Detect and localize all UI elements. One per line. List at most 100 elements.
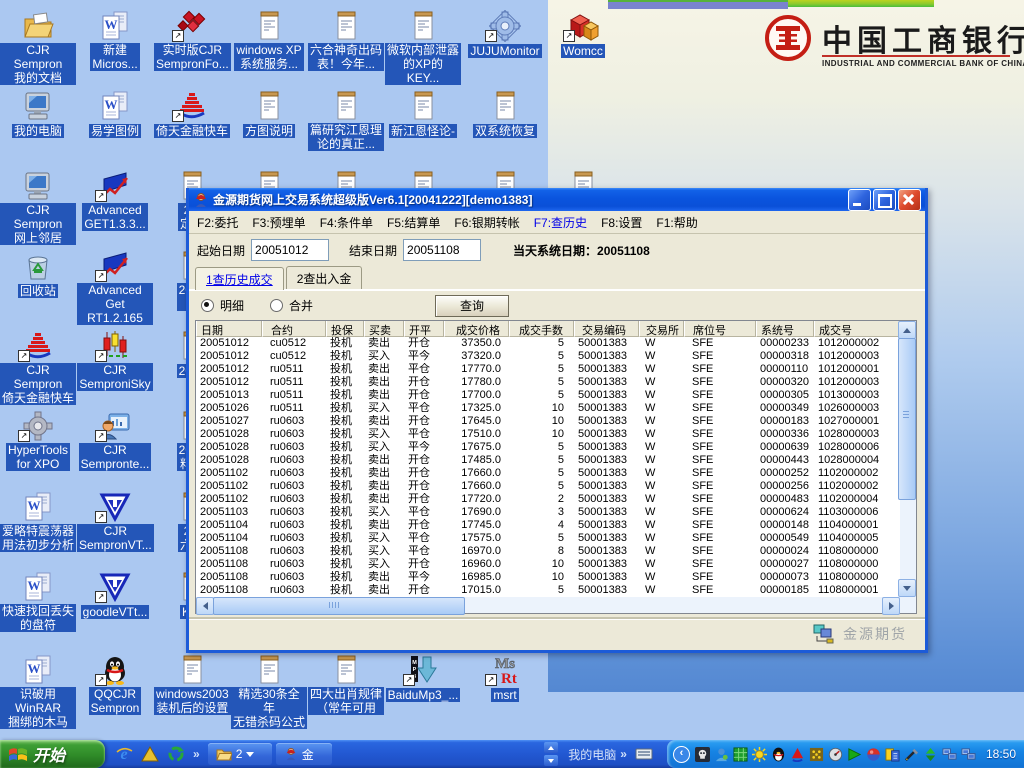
- menu-item-bangzhu[interactable]: F1:帮助: [656, 214, 697, 231]
- menu-item-yumaidan[interactable]: F3:预埋单: [252, 214, 305, 231]
- vertical-scroll-thumb[interactable]: [898, 338, 916, 500]
- scroll-left-button[interactable]: [196, 597, 214, 615]
- table-header-cell[interactable]: 系统号: [756, 321, 814, 337]
- maximize-button[interactable]: [873, 189, 896, 211]
- desktop-icon[interactable]: windows XP 系统服务...: [231, 8, 307, 73]
- desktop-icon[interactable]: 倚天金融快车: [154, 88, 230, 140]
- desktop-icon[interactable]: 我的电脑: [0, 88, 76, 140]
- desktop-icon[interactable]: goodleVTt...: [77, 569, 153, 621]
- desktop-icon[interactable]: CJR Sempronte...: [77, 408, 153, 473]
- table-row[interactable]: 20051108ru0603投机买入平仓16970.0850001383WSFE…: [196, 545, 916, 558]
- start-date-input[interactable]: [251, 239, 329, 261]
- table-header-cell[interactable]: 成交手数: [509, 321, 574, 337]
- internet-explorer-icon[interactable]: [115, 745, 133, 763]
- tray-collapse-chevron[interactable]: ‹: [673, 746, 690, 763]
- table-header-cell[interactable]: 买卖: [364, 321, 404, 337]
- table-row[interactable]: 20051102ru0603投机卖出开仓17660.0550001383WSFE…: [196, 467, 916, 480]
- table-row[interactable]: 20051012ru0511投机卖出开仓17780.0550001383WSFE…: [196, 376, 916, 389]
- table-header-cell[interactable]: 开平: [404, 321, 444, 337]
- table-header-cell[interactable]: 交易编码: [574, 321, 639, 337]
- desktop-icon[interactable]: 易学图例: [77, 88, 153, 140]
- scroll-up-button[interactable]: [898, 321, 916, 339]
- gauge-tray-icon[interactable]: [828, 746, 844, 762]
- cards-tray-icon[interactable]: [885, 746, 901, 762]
- table-row[interactable]: 20051103ru0603投机买入平仓17690.0350001383WSFE…: [196, 506, 916, 519]
- desktop-icon[interactable]: CJR SemproniSky: [77, 328, 153, 393]
- scroll-down-button[interactable]: [898, 579, 916, 597]
- my-computer-toolbar-label[interactable]: 我的电脑: [568, 746, 616, 763]
- desktop-icon[interactable]: CJR Sempron 倚天金融快车: [0, 328, 76, 407]
- toolbar-scroll-down[interactable]: [544, 755, 558, 766]
- desktop-icon[interactable]: CJR SempronVT...: [77, 489, 153, 554]
- desktop-icon[interactable]: 微软内部泄露 的XP的KEY...: [385, 8, 461, 87]
- desktop-icon[interactable]: 快速找回丢失 的盘符: [0, 569, 76, 634]
- table-header-cell[interactable]: 投保: [326, 321, 364, 337]
- desktop-icon[interactable]: 识破用WinRAR 捆绑的木马: [0, 652, 76, 731]
- network-tray-icon[interactable]: [961, 746, 977, 762]
- desktop-icon[interactable]: 新建 Micros...: [77, 8, 153, 73]
- sun-tray-icon[interactable]: [752, 746, 768, 762]
- table-row[interactable]: 20051027ru0603投机卖出开仓17645.01050001383WSF…: [196, 415, 916, 428]
- horizontal-scrollbar[interactable]: [196, 597, 900, 613]
- desktop-icon[interactable]: 实时版CJR SempronFo...: [154, 8, 230, 73]
- desktop-icon[interactable]: JUJUMonitor: [467, 8, 543, 60]
- table-header-cell[interactable]: 日期: [196, 321, 262, 337]
- red-pyramid-tray-icon[interactable]: [790, 746, 806, 762]
- desktop-icon[interactable]: QQCJR Sempron: [77, 652, 153, 717]
- desktop-icon[interactable]: 六合神奇出码 表！今年...: [308, 8, 384, 73]
- table-row[interactable]: 20051012cu0512投机卖出开仓37350.0550001383WSFE…: [196, 337, 916, 350]
- desktop-icon[interactable]: msrt: [467, 652, 543, 704]
- desktop-icon-recycle-bin[interactable]: 回收站: [0, 248, 76, 300]
- keyboard-icon[interactable]: [635, 748, 653, 760]
- skull-tray-icon[interactable]: [695, 746, 711, 762]
- trade-table-body[interactable]: 20051012cu0512投机卖出开仓37350.0550001383WSFE…: [196, 337, 916, 597]
- desktop-icon[interactable]: BaiduMp3_...: [385, 652, 461, 704]
- network-tray-icon[interactable]: [942, 746, 958, 762]
- table-header-cell[interactable]: 成交号: [814, 321, 900, 337]
- menu-item-shezhi[interactable]: F8:设置: [601, 214, 642, 231]
- scroll-right-button[interactable]: [882, 597, 900, 615]
- radio-detail[interactable]: [201, 299, 214, 312]
- color-sphere-tray-icon[interactable]: [866, 746, 882, 762]
- table-row[interactable]: 20051108ru0603投机卖出开仓17015.0550001383WSFE…: [196, 584, 916, 597]
- table-row[interactable]: 20051104ru0603投机买入平仓17575.0550001383WSFE…: [196, 532, 916, 545]
- desktop-icon[interactable]: 新江恩怪论-: [385, 88, 461, 140]
- toolbar-scroll-up[interactable]: [544, 742, 558, 753]
- desktop-icon[interactable]: Womcc: [545, 8, 621, 60]
- table-header-cell[interactable]: 席位号: [684, 321, 756, 337]
- close-button[interactable]: [898, 189, 921, 211]
- desktop-icon[interactable]: Advanced GET1.3.3...: [77, 168, 153, 233]
- vertical-scrollbar[interactable]: [900, 321, 916, 597]
- table-row[interactable]: 20051026ru0511投机买入平仓17325.01050001383WSF…: [196, 402, 916, 415]
- table-row[interactable]: 20051013ru0511投机卖出开仓17700.0550001383WSFE…: [196, 389, 916, 402]
- menu-item-chalishi[interactable]: F7:查历史: [534, 214, 587, 231]
- refresh-icon[interactable]: [167, 745, 185, 763]
- query-button[interactable]: 查询: [435, 295, 509, 317]
- desktop-icon[interactable]: 篇研究江恩理 论的真正...: [308, 88, 384, 153]
- table-row[interactable]: 20051108ru0603投机卖出平今16985.01050001383WSF…: [196, 571, 916, 584]
- desktop-icon[interactable]: 爱略特震荡器 用法初步分析: [0, 489, 76, 554]
- title-bar[interactable]: 金源期货网上交易系统超级版Ver6.1[20041222][demo1383]: [189, 188, 925, 211]
- table-row[interactable]: 20051028ru0603投机卖出开仓17485.0550001383WSFE…: [196, 454, 916, 467]
- start-button[interactable]: 开始: [0, 740, 105, 768]
- delphi-triangle-icon[interactable]: [141, 745, 159, 763]
- table-row[interactable]: 20051104ru0603投机卖出开仓17745.0450001383WSFE…: [196, 519, 916, 532]
- desktop-icon[interactable]: CJR Sempron 我的文档: [0, 8, 76, 87]
- table-row[interactable]: 20051108ru0603投机买入开仓16960.01050001383WSF…: [196, 558, 916, 571]
- table-header-cell[interactable]: 成交价格: [444, 321, 509, 337]
- desktop-icon[interactable]: Advanced Get RT1.2.165: [77, 248, 153, 327]
- play-triangle-tray-icon[interactable]: [847, 746, 863, 762]
- qq-penguin-tray-icon[interactable]: [771, 746, 787, 762]
- desktop-icon[interactable]: 四大出肖规律 （常年可用: [308, 652, 384, 717]
- table-header-cell[interactable]: 合约: [262, 321, 326, 337]
- menu-item-weituo[interactable]: F2:委托: [197, 214, 238, 231]
- tab-history-trades[interactable]: 1查历史成交: [195, 267, 284, 290]
- table-row[interactable]: 20051028ru0603投机买入平今17675.0550001383WSFE…: [196, 441, 916, 454]
- desktop-icon[interactable]: windows2003 装机后的设置: [154, 652, 230, 717]
- task-button-trading-app[interactable]: 金: [276, 743, 332, 765]
- menu-item-yinqizhuanzhang[interactable]: F6:银期转帐: [454, 214, 519, 231]
- pen-tray-icon[interactable]: [904, 746, 920, 762]
- task-button-group[interactable]: 2: [208, 743, 272, 765]
- horizontal-scroll-thumb[interactable]: [213, 597, 465, 615]
- desktop-icon[interactable]: HyperTools for XPO: [0, 408, 76, 473]
